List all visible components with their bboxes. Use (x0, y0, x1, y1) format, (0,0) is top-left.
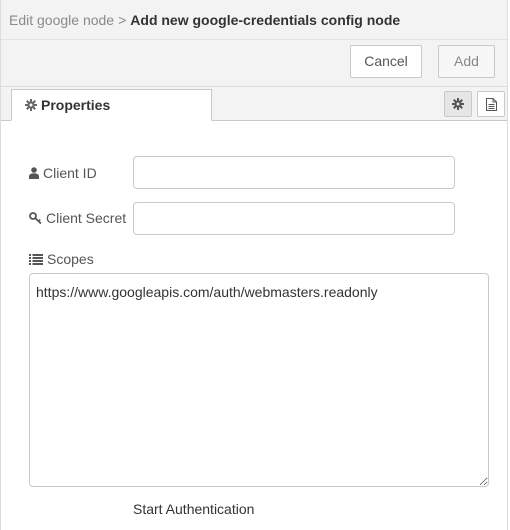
document-icon (485, 97, 497, 111)
gear-icon (25, 99, 37, 111)
scopes-textarea[interactable]: https://www.googleapis.com/auth/webmaste… (29, 273, 489, 487)
tab-properties[interactable]: Properties (11, 89, 212, 121)
properties-form: Client ID Client Secret Scopes https://w… (1, 121, 507, 530)
client-secret-label-text: Client Secret (46, 210, 127, 226)
editor-toolbar: Cancel Add (1, 40, 507, 87)
cancel-button[interactable]: Cancel (350, 45, 422, 78)
node-description-tab-button[interactable] (477, 91, 505, 117)
client-secret-input[interactable] (133, 202, 455, 235)
add-button[interactable]: Add (438, 45, 495, 78)
node-settings-tab-button[interactable] (444, 91, 472, 117)
tab-properties-label: Properties (41, 97, 111, 113)
breadcrumb-separator: > (118, 12, 127, 28)
scopes-label-text: Scopes (47, 251, 94, 267)
editor-tabs: Properties (1, 87, 507, 121)
gear-icon (452, 98, 464, 110)
client-secret-label: Client Secret (29, 210, 126, 226)
editor-header: Edit google node > Add new google-credenti… (1, 0, 507, 40)
page-title: Add new google-credentials config node (130, 12, 401, 28)
config-node-editor: Edit google node > Add new google-credenti… (0, 0, 508, 530)
breadcrumb-parent[interactable]: Edit google node (9, 12, 114, 28)
start-authentication-button[interactable]: Start Authentication (133, 501, 254, 517)
list-icon (29, 254, 43, 265)
client-id-input[interactable] (133, 156, 455, 189)
client-id-label-text: Client ID (43, 165, 97, 181)
key-icon (29, 212, 42, 225)
scopes-label: Scopes (29, 251, 94, 267)
client-id-label: Client ID (29, 165, 97, 181)
user-icon (29, 167, 39, 179)
